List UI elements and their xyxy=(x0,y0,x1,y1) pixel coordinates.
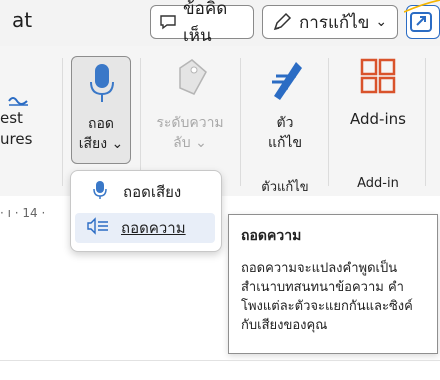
chevron-down-icon: ⌄ xyxy=(195,135,207,151)
dictate-button[interactable]: ถอด เสียง ⌄ xyxy=(71,56,131,164)
left-label-1: est xyxy=(0,109,23,127)
ribbon-separator xyxy=(328,58,329,186)
menu-item-transcribe[interactable]: ถอดความ xyxy=(75,213,215,243)
ribbon-separator xyxy=(140,58,141,186)
comments-button[interactable]: ข้อคิดเห็น xyxy=(150,0,254,46)
sensitivity-button[interactable]: ระดับความ ลับ ⌄ xyxy=(150,56,230,164)
dictate-label-2: เสียง xyxy=(78,136,108,152)
page-divider xyxy=(0,360,440,361)
comment-icon xyxy=(159,13,177,31)
dictate-label-1: ถอด xyxy=(88,116,114,132)
ribbon-separator xyxy=(240,58,241,186)
tooltip-body: ถอดความจะแปลงคำพูดเป็นสำเนาบทสนทนาข้อควา… xyxy=(241,261,413,333)
editing-mode-button[interactable]: การแก้ไข ⌄ xyxy=(262,5,398,39)
group-label-editor: ตัวแก้ไข xyxy=(261,180,309,195)
comments-label: ข้อคิดเห็น xyxy=(183,0,228,46)
tooltip-title: ถอดความ xyxy=(241,228,302,244)
sensitivity-label-2-row: ลับ ⌄ xyxy=(150,134,230,153)
transcribe-icon xyxy=(87,217,109,239)
group-label-addin: Add-in xyxy=(357,176,399,191)
sensitivity-label-2: ลับ xyxy=(173,135,191,151)
ruler-numbers: · ı · 14 · xyxy=(0,206,46,220)
microphone-icon xyxy=(93,180,107,204)
editor-label-2: แก้ไข xyxy=(267,135,303,151)
transcribe-tooltip: ถอดความ ถอดความจะแปลงคำพูดเป็นสำเนาบทสนท… xyxy=(228,214,438,354)
menu-item-label: ถอดเสียง xyxy=(123,183,182,201)
ink-icon xyxy=(8,97,28,106)
dictate-label-2-row: เสียง ⌄ xyxy=(72,135,130,154)
sensitivity-label-1: ระดับความ xyxy=(156,115,224,131)
menu-item-dictate[interactable]: ถอดเสียง xyxy=(75,177,215,207)
editor-pen-icon xyxy=(272,62,302,100)
addins-label: Add-ins xyxy=(350,110,406,128)
pencil-icon xyxy=(271,11,293,33)
ribbon-separator xyxy=(425,58,426,186)
editor-label-1: ตัว xyxy=(276,115,294,131)
dictate-dropdown-menu: ถอดเสียง ถอดความ xyxy=(70,170,222,252)
sensitivity-tag-icon xyxy=(179,59,207,95)
microphone-icon xyxy=(90,64,114,102)
ribbon-separator xyxy=(62,58,63,186)
highlight-arc xyxy=(404,0,440,13)
editor-button[interactable]: ตัว แก้ไข xyxy=(250,56,320,164)
title-bar: at ข้อคิดเห็น การแก้ไข ⌄ xyxy=(0,0,440,46)
document-title: at xyxy=(12,8,33,32)
addins-grid-icon xyxy=(360,58,396,94)
menu-item-label: ถอดความ xyxy=(121,219,186,237)
left-label-2: ures xyxy=(0,130,33,148)
addins-button[interactable]: Add-ins xyxy=(336,56,420,164)
editing-label: การแก้ไข xyxy=(299,12,370,33)
chevron-down-icon: ⌄ xyxy=(375,14,388,30)
chevron-down-icon: ⌄ xyxy=(111,136,124,152)
